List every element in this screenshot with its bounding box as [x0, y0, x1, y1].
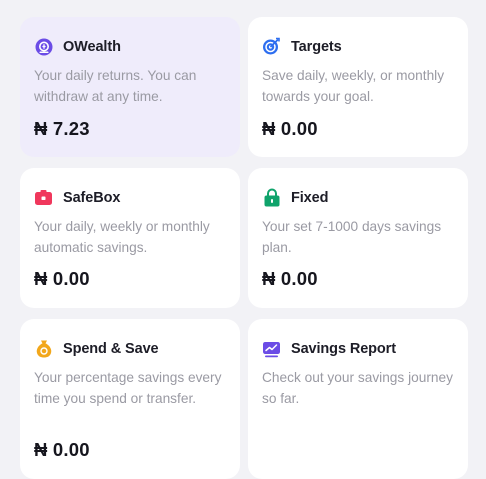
report-icon	[262, 339, 281, 358]
card-title: Targets	[291, 38, 342, 55]
card-header: Spend & Save	[34, 339, 159, 358]
card-title: Fixed	[291, 189, 329, 206]
card-balance: ₦ 0.00	[262, 118, 318, 139]
target-icon	[262, 37, 281, 56]
card-header: Savings Report	[262, 339, 396, 358]
card-balance: ₦ 0.00	[34, 439, 90, 460]
card-header: Fixed	[262, 188, 328, 207]
card-description: Your percentage savings every time you s…	[34, 370, 222, 406]
fixed-card[interactable]: Fixed Your set 7-1000 days savings plan.…	[248, 168, 468, 308]
card-title: SafeBox	[63, 189, 121, 206]
lock-icon	[262, 188, 281, 207]
card-balance: ₦ 7.23	[34, 118, 90, 139]
card-balance: ₦ 0.00	[262, 268, 318, 289]
card-header: SafeBox	[34, 188, 120, 207]
card-title: Savings Report	[291, 340, 396, 357]
owealth-card[interactable]: OWealth Your daily returns. You can with…	[20, 17, 240, 157]
card-balance: ₦ 0.00	[34, 268, 90, 289]
card-header: OWealth	[34, 37, 121, 56]
card-description: Your daily returns. You can withdraw at …	[34, 68, 197, 104]
targets-card[interactable]: Targets Save daily, weekly, or monthly t…	[248, 17, 468, 157]
card-title: Spend & Save	[63, 340, 159, 357]
card-title: OWealth	[63, 38, 121, 55]
spend-and-save-card[interactable]: Spend & Save Your percentage savings eve…	[20, 319, 240, 479]
card-description: Your set 7-1000 days savings plan.	[262, 219, 442, 255]
card-description: Save daily, weekly, or monthly towards y…	[262, 68, 445, 104]
card-description: Check out your savings journey so far.	[262, 370, 453, 406]
money-bag-icon	[34, 339, 53, 358]
safebox-card[interactable]: SafeBox Your daily, weekly or monthly au…	[20, 168, 240, 308]
owealth-icon	[34, 37, 53, 56]
safebox-icon	[34, 188, 53, 207]
savings-report-card[interactable]: Savings Report Check out your savings jo…	[248, 319, 468, 479]
card-header: Targets	[262, 37, 342, 56]
card-description: Your daily, weekly or monthly automatic …	[34, 219, 210, 255]
